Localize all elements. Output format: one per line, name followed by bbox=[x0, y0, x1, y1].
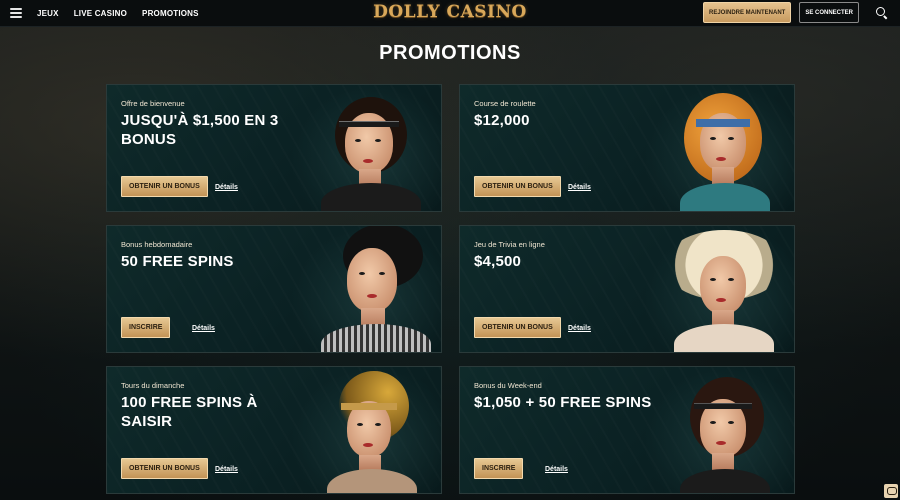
chat-icon[interactable] bbox=[884, 484, 898, 498]
details-link[interactable]: Détails bbox=[215, 184, 238, 191]
promo-subtitle: Course de roulette bbox=[474, 99, 536, 108]
search-icon[interactable] bbox=[874, 5, 890, 21]
main-nav: JEUX LIVE CASINO PROMOTIONS bbox=[37, 9, 199, 18]
page-title: PROMOTIONS bbox=[379, 42, 521, 64]
promo-card-welcome: Offre de bienvenue JUSQU'À $1,500 EN 3 B… bbox=[106, 84, 442, 212]
nav-jeux[interactable]: JEUX bbox=[37, 9, 59, 18]
nav-promotions[interactable]: PROMOTIONS bbox=[142, 9, 199, 18]
promo-subtitle: Bonus hebdomadaire bbox=[121, 240, 193, 249]
header-actions: REJOINDRE MAINTENANT SE CONNECTER bbox=[702, 2, 890, 23]
promo-subtitle: Jeu de Trivia en ligne bbox=[474, 240, 545, 249]
woman-portrait-image bbox=[644, 85, 794, 211]
join-now-button[interactable]: REJOINDRE MAINTENANT bbox=[702, 2, 792, 23]
register-button[interactable]: INSCRIRE bbox=[474, 458, 524, 479]
promo-card-weekly: Bonus hebdomadaire 50 FREE SPINS INSCRIR… bbox=[106, 225, 442, 353]
promo-subtitle: Tours du dimanche bbox=[121, 381, 185, 390]
promo-headline: JUSQU'À $1,500 EN 3 BONUS bbox=[121, 112, 279, 148]
promo-headline: 100 FREE SPINS À SAISIR bbox=[121, 394, 258, 430]
woman-portrait-image bbox=[644, 226, 794, 352]
register-button[interactable]: INSCRIRE bbox=[121, 317, 171, 338]
login-button[interactable]: SE CONNECTER bbox=[799, 2, 859, 23]
promo-headline: 50 FREE SPINS bbox=[121, 253, 234, 270]
woman-portrait-image bbox=[291, 226, 441, 352]
promo-card-sunday: Tours du dimanche 100 FREE SPINS À SAISI… bbox=[106, 366, 442, 494]
top-header: JEUX LIVE CASINO PROMOTIONS DOLLY CASINO… bbox=[0, 0, 900, 27]
details-link[interactable]: Détails bbox=[192, 325, 215, 332]
get-bonus-button[interactable]: OBTENIR UN BONUS bbox=[474, 317, 561, 338]
promo-headline: $1,050 + 50 FREE SPINS bbox=[474, 394, 652, 411]
dolly-casino-logo[interactable]: DOLLY CASINO bbox=[373, 2, 527, 22]
woman-portrait-image bbox=[291, 367, 441, 493]
nav-live-casino[interactable]: LIVE CASINO bbox=[74, 9, 127, 18]
details-link[interactable]: Détails bbox=[568, 184, 591, 191]
promo-subtitle: Offre de bienvenue bbox=[121, 99, 185, 108]
details-link[interactable]: Détails bbox=[568, 325, 591, 332]
promo-headline: $4,500 bbox=[474, 253, 522, 270]
promo-card-roulette: Course de roulette $12,000 OBTENIR UN BO… bbox=[459, 84, 795, 212]
woman-portrait-image bbox=[291, 85, 441, 211]
promo-headline: $12,000 bbox=[474, 112, 530, 129]
hamburger-menu-icon[interactable] bbox=[10, 8, 22, 18]
get-bonus-button[interactable]: OBTENIR UN BONUS bbox=[121, 176, 208, 197]
woman-portrait-image bbox=[644, 367, 794, 493]
promo-card-trivia: Jeu de Trivia en ligne $4,500 OBTENIR UN… bbox=[459, 225, 795, 353]
promo-subtitle: Bonus du Week-end bbox=[474, 381, 542, 390]
promo-card-weekend: Bonus du Week-end $1,050 + 50 FREE SPINS… bbox=[459, 366, 795, 494]
details-link[interactable]: Détails bbox=[215, 466, 238, 473]
get-bonus-button[interactable]: OBTENIR UN BONUS bbox=[121, 458, 208, 479]
details-link[interactable]: Détails bbox=[545, 466, 568, 473]
get-bonus-button[interactable]: OBTENIR UN BONUS bbox=[474, 176, 561, 197]
